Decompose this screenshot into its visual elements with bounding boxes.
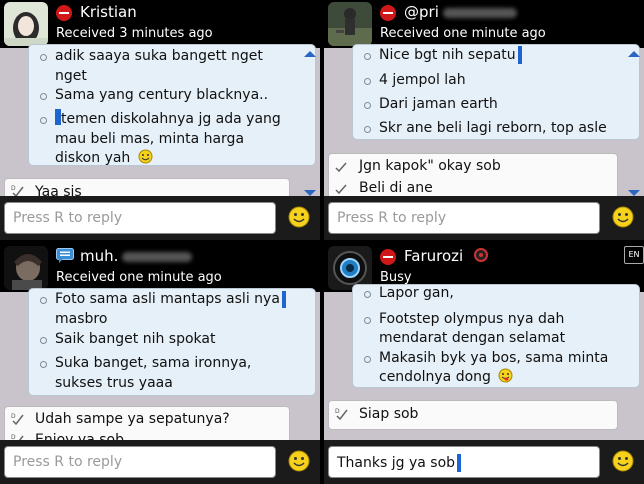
- redacted-name: [442, 7, 517, 18]
- message-line: Nice bgt nih sepatu: [379, 45, 522, 65]
- bullet-icon: [40, 93, 47, 100]
- svg-text:D: D: [11, 185, 16, 192]
- message-line: Dari jaman earth: [379, 96, 498, 112]
- bullet-icon: [40, 297, 47, 304]
- reply-bar: Thanks jg ya sob: [324, 440, 644, 484]
- emoticon-picker-icon[interactable]: [288, 206, 310, 228]
- message-line: Sama yang century blacknya..: [55, 87, 269, 103]
- reply-bar: Press R to reply: [0, 196, 320, 240]
- svg-text:D: D: [11, 413, 16, 420]
- reply-input[interactable]: Press R to reply: [4, 202, 276, 234]
- busy-status-icon: [56, 5, 72, 21]
- bullet-icon: [364, 78, 371, 85]
- bullet-icon: [40, 361, 47, 368]
- reply-input[interactable]: Press R to reply: [4, 446, 276, 478]
- message-line: mau beli mas, minta harga: [55, 131, 245, 147]
- message-line: adik saaya suka bangett nget: [55, 48, 263, 64]
- delivered-check-icon: D: [11, 413, 24, 426]
- bullet-icon: [364, 102, 371, 109]
- last-received-status: Received one minute ago: [380, 26, 546, 41]
- last-received-status: Received 3 minutes ago: [56, 26, 213, 41]
- message-line: masbro: [55, 311, 108, 327]
- chat-panel-farurozi: Farurozi Busy EN Lapor gan, Footstep oly…: [324, 244, 644, 484]
- busy-status-icon: [380, 5, 396, 21]
- contact-name: muh.: [80, 247, 193, 265]
- received-message[interactable]: adik saaya suka bangett nget nget Sama y…: [28, 44, 316, 166]
- scroll-up-icon[interactable]: [304, 51, 316, 57]
- redacted-name: [122, 251, 193, 262]
- bbm-chat-icon: [56, 248, 74, 263]
- emoticon-picker-icon[interactable]: [612, 206, 634, 228]
- message-line: temen diskolahnya jg ada yang: [55, 109, 281, 129]
- language-indicator-badge: EN: [624, 246, 644, 264]
- contact-name: @pri: [404, 3, 517, 21]
- sent-message-text: Beli di ane: [359, 180, 433, 196]
- bullet-icon: [364, 53, 371, 60]
- message-line: Lapor gan,: [379, 285, 454, 301]
- sent-message-text: Udah sampe ya sepatunya?: [35, 411, 230, 427]
- reply-input[interactable]: Press R to reply: [328, 202, 600, 234]
- busy-status-icon: [380, 249, 396, 265]
- chat-panel-pri: @pri Received one minute ago Nice bgt ni…: [324, 0, 644, 240]
- reply-bar: Press R to reply: [0, 440, 320, 484]
- text-cursor-icon: [517, 46, 522, 64]
- message-line: Suka banget, sama ironnya,: [55, 355, 252, 371]
- message-line: sukses trus yaaa: [55, 375, 173, 391]
- received-message[interactable]: Nice bgt nih sepatu 4 jempol lah Dari ja…: [352, 44, 640, 140]
- avatar[interactable]: [4, 246, 48, 290]
- chat-header: muh. Received one minute ago: [0, 244, 320, 292]
- message-line: 4 jempol lah: [379, 72, 466, 88]
- message-line: nget: [55, 68, 87, 84]
- avatar[interactable]: [4, 2, 48, 46]
- message-line: Skr ane beli lagi reborn, top asle: [379, 120, 607, 136]
- sent-message-text: Siap sob: [359, 406, 419, 422]
- bullet-icon: [40, 54, 47, 61]
- bullet-icon: [364, 356, 371, 363]
- received-message[interactable]: Lapor gan, Footstep olympus nya dah mend…: [352, 284, 640, 388]
- reply-input[interactable]: Thanks jg ya sob: [328, 446, 600, 478]
- message-line: mendarat dengan selamat: [379, 330, 566, 346]
- smiley-emoticon-icon: [138, 149, 153, 164]
- contact-name: Kristian: [80, 3, 137, 21]
- reply-bar: Press R to reply: [324, 196, 644, 240]
- chat-header: @pri Received one minute ago: [324, 0, 644, 48]
- scroll-up-icon[interactable]: [628, 51, 640, 57]
- last-received-status: Received one minute ago: [56, 270, 222, 285]
- chat-panel-muh: muh. Received one minute ago Foto sama a…: [0, 244, 320, 484]
- message-line: Saik banget nih spokat: [55, 331, 216, 347]
- bullet-icon: [40, 337, 47, 344]
- delivered-check-icon: [335, 162, 347, 173]
- message-line: Makasih byk ya bos, sama minta: [379, 350, 609, 366]
- bullet-icon: [40, 117, 47, 124]
- emoticon-picker-icon[interactable]: [612, 450, 634, 472]
- contact-name: Farurozi: [404, 247, 488, 265]
- emoticon-picker-icon[interactable]: [288, 450, 310, 472]
- chat-panel-kristian: Kristian Received 3 minutes ago adik saa…: [0, 0, 320, 240]
- sent-message-text: Jgn kapok" okay sob: [359, 158, 501, 174]
- svg-text:D: D: [335, 408, 340, 415]
- bullet-icon: [364, 317, 371, 324]
- tongue-emoticon-icon: [498, 368, 513, 383]
- received-message[interactable]: Foto sama asli mantaps asli nya masbro S…: [28, 288, 316, 396]
- delivered-check-icon: [335, 184, 347, 195]
- sent-message[interactable]: D Siap sob: [328, 400, 618, 430]
- bullet-icon: [364, 126, 371, 133]
- message-line: cendolnya dong: [379, 367, 513, 387]
- bullet-icon: [364, 291, 371, 298]
- avatar[interactable]: [328, 2, 372, 46]
- delivered-check-icon: D: [335, 408, 348, 421]
- text-cursor-icon: [457, 454, 462, 472]
- message-line: Footstep olympus nya dah: [379, 311, 565, 327]
- chat-header: Kristian Received 3 minutes ago: [0, 0, 320, 48]
- message-line: Foto sama asli mantaps asli nya: [55, 289, 286, 309]
- custom-status-icon: [473, 248, 488, 262]
- text-cursor-icon: [281, 290, 286, 308]
- message-line: diskon yah: [55, 148, 153, 168]
